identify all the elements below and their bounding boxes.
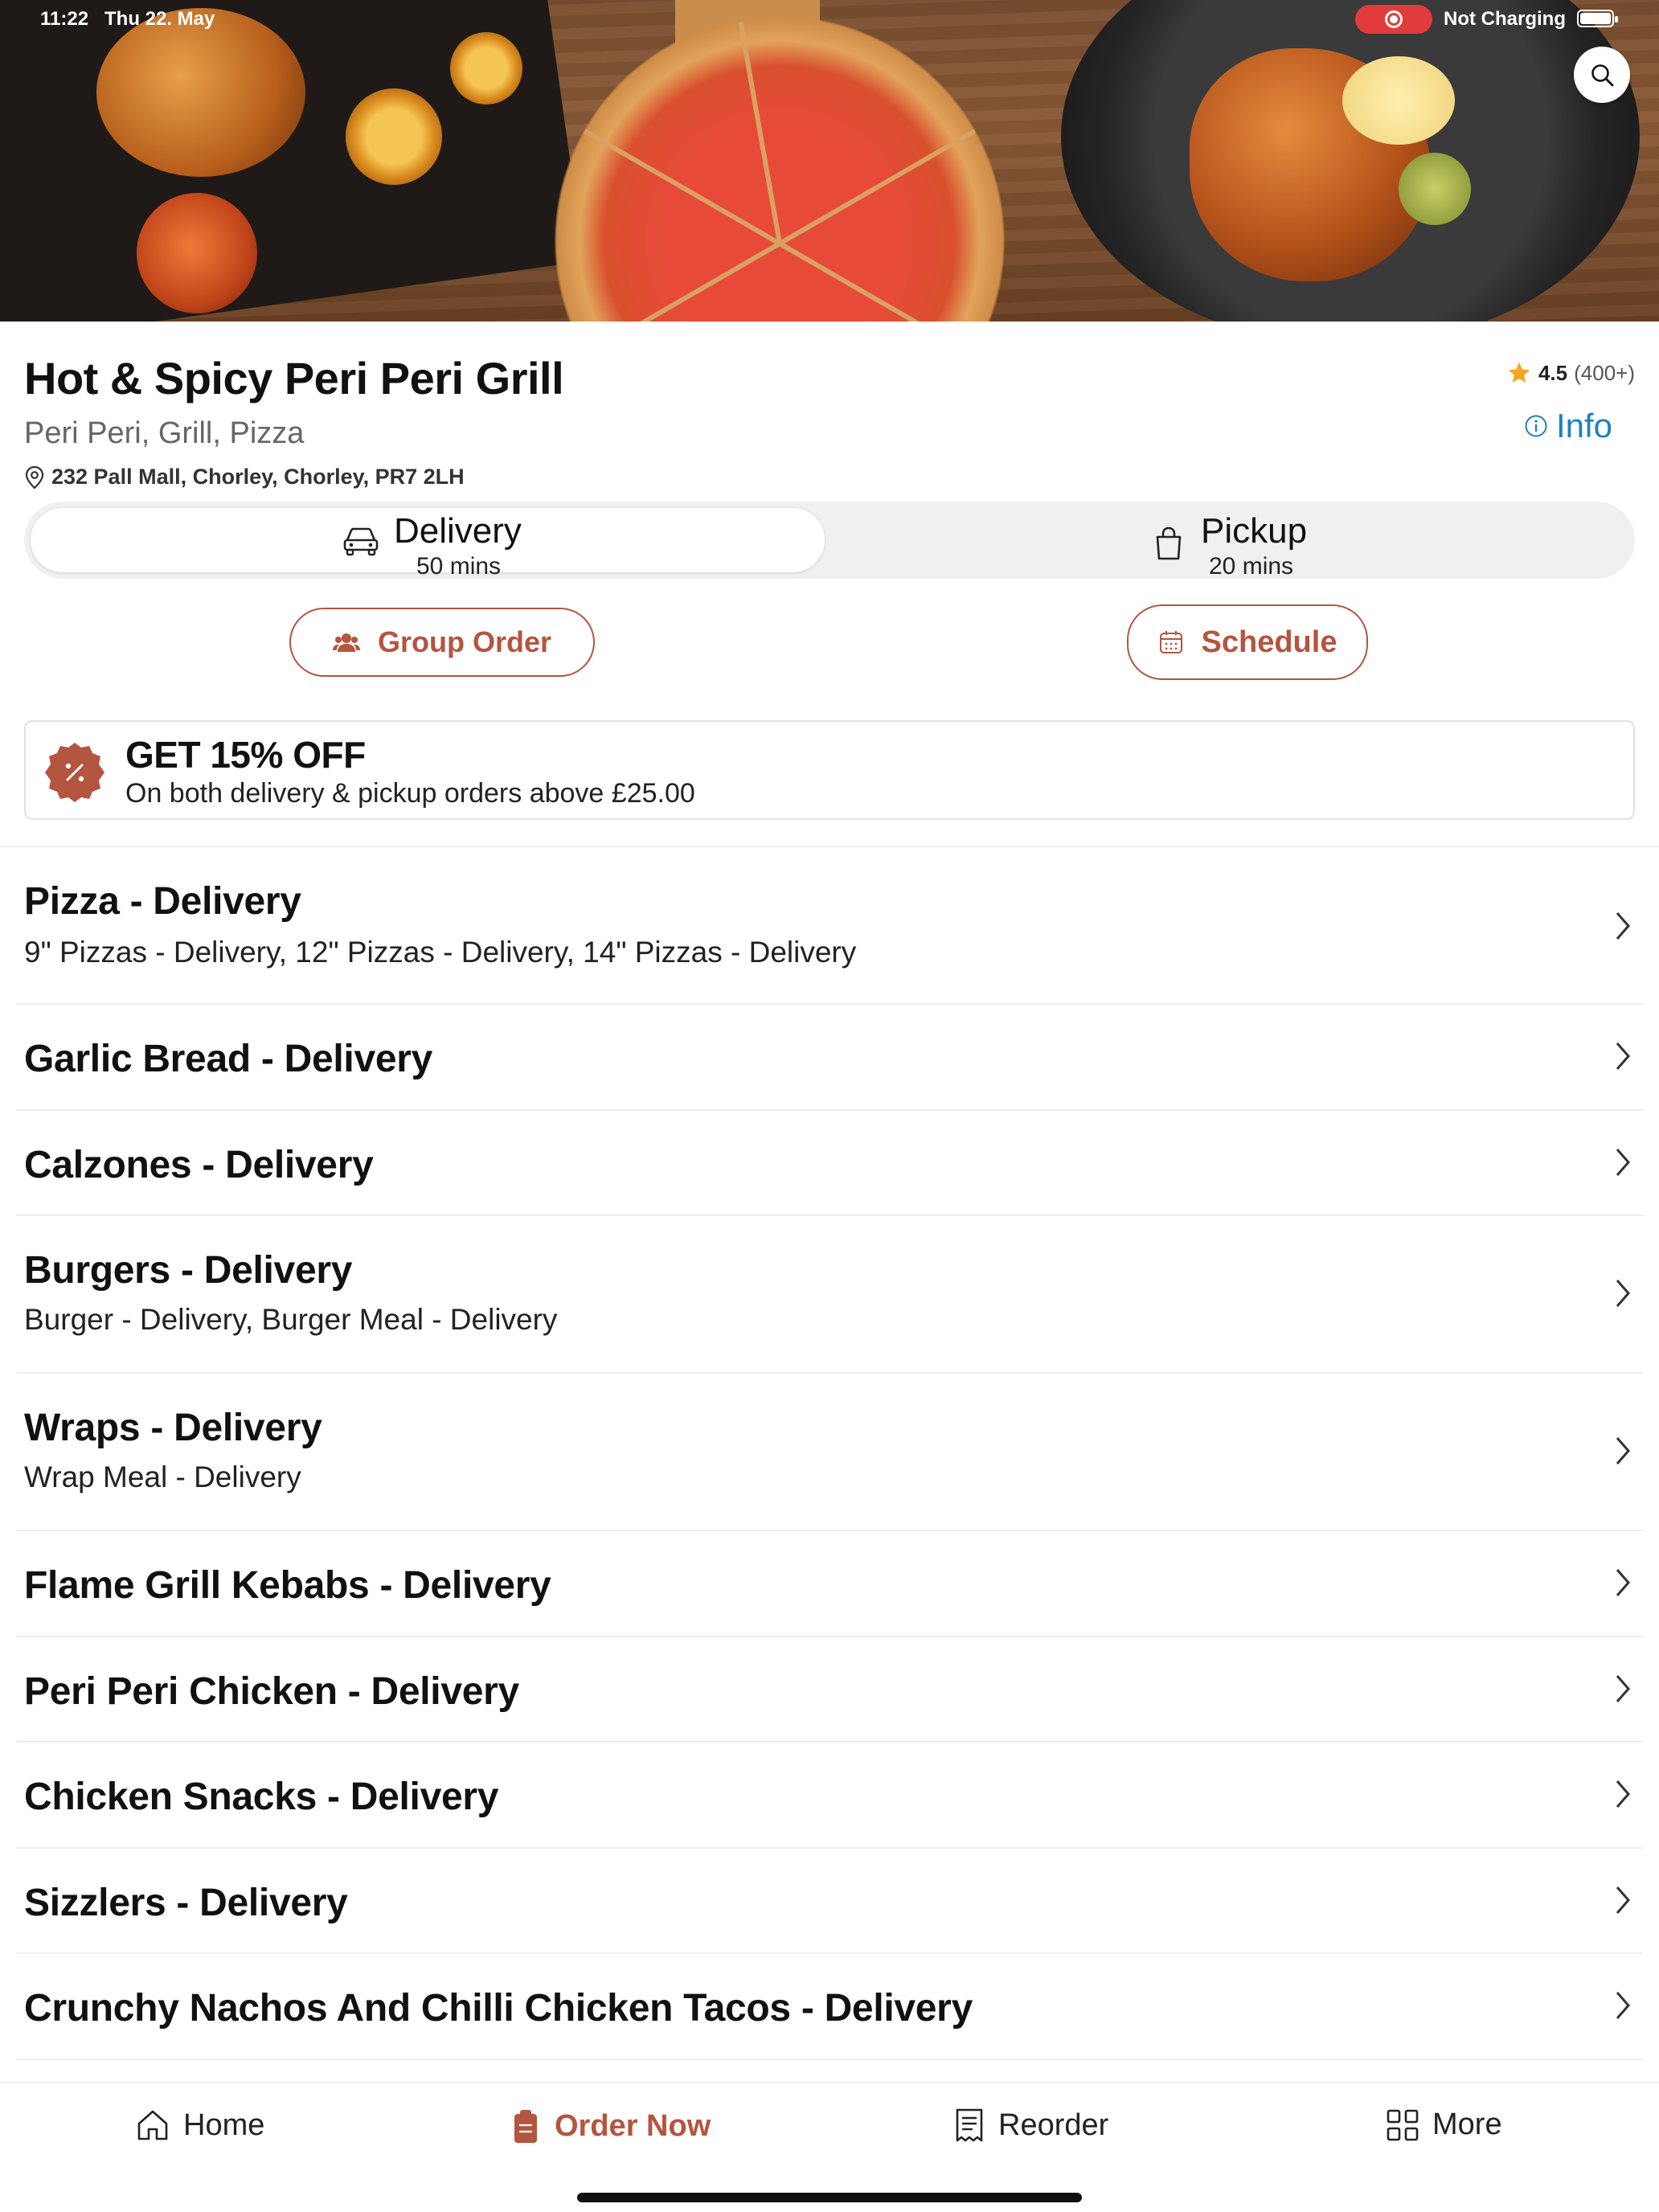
nav-reorder-label: Reorder — [998, 2108, 1109, 2142]
chevron-right-icon — [1616, 1569, 1630, 1596]
chevron-right-icon — [1616, 912, 1630, 940]
category-title: Flame Grill Kebabs - Delivery — [24, 1564, 551, 1607]
category-row[interactable]: Pizza - Delivery 9" Pizzas - Delivery, 1… — [16, 847, 1643, 1005]
group-icon — [332, 633, 360, 652]
promo-banner[interactable]: GET 15% OFF On both delivery & pickup or… — [24, 720, 1635, 820]
delivery-label: Delivery — [394, 511, 522, 551]
status-date: Thu 22. May — [104, 8, 215, 30]
nav-home[interactable]: Home — [135, 2108, 264, 2143]
delivery-option[interactable]: Delivery 50 mins — [31, 508, 825, 580]
category-row[interactable]: Garlic Bread - Delivery — [16, 1005, 1643, 1111]
category-title: Wraps - Delivery — [24, 1407, 322, 1449]
restaurant-cuisine: Peri Peri, Grill, Pizza — [24, 416, 305, 450]
grid-icon — [1387, 2109, 1419, 2140]
category-subtitle: Wrap Meal - Delivery — [24, 1460, 301, 1493]
category-title: Sizzlers - Delivery — [24, 1882, 348, 1924]
hero-banner-image — [0, 0, 1659, 322]
order-bag-icon — [514, 2110, 537, 2143]
category-subtitle: Burger - Delivery, Burger Meal - Deliver… — [24, 1303, 558, 1336]
nav-more-label: More — [1432, 2108, 1502, 2141]
location-pin-icon — [25, 465, 44, 489]
mash-image — [1342, 56, 1455, 145]
chevron-right-icon — [1616, 1992, 1630, 2019]
pickup-option[interactable]: Pickup 20 mins — [828, 508, 1628, 580]
lemon-image — [450, 32, 522, 104]
category-row[interactable]: Wraps - Delivery Wrap Meal - Delivery — [16, 1374, 1643, 1531]
nav-order-now-label: Order Now — [555, 2108, 711, 2143]
chevron-right-icon — [1616, 1437, 1630, 1464]
rating-score: 4.5 — [1538, 360, 1568, 385]
tomato-image — [137, 193, 257, 313]
chevron-right-icon — [1616, 1280, 1630, 1307]
nav-reorder[interactable]: Reorder — [953, 2108, 1108, 2143]
category-row[interactable]: Crunchy Nachos And Chilli Chicken Tacos … — [16, 1954, 1643, 2060]
group-order-button[interactable]: Group Order — [289, 608, 595, 677]
category-row[interactable]: Calzones - Delivery — [16, 1111, 1643, 1216]
rating: 4.5 (400+) — [1506, 360, 1635, 386]
search-button[interactable] — [1574, 47, 1630, 103]
star-icon — [1508, 362, 1530, 383]
order-mode-toggle: Delivery 50 mins Pickup 20 mins — [24, 502, 1635, 580]
status-time: 11:22 — [40, 8, 89, 30]
home-indicator[interactable] — [577, 2193, 1082, 2202]
record-icon — [1385, 10, 1403, 28]
shopping-bag-icon — [1156, 526, 1182, 560]
category-title: Peri Peri Chicken - Delivery — [24, 1670, 519, 1713]
car-icon — [343, 527, 379, 556]
discount-badge-icon — [45, 743, 104, 802]
restaurant-name: Hot & Spicy Peri Peri Grill — [24, 353, 564, 403]
category-row[interactable]: Flame Grill Kebabs - Delivery — [16, 1531, 1643, 1637]
category-row[interactable]: Burgers - Delivery Burger - Delivery, Bu… — [16, 1216, 1643, 1374]
category-title: Calzones - Delivery — [24, 1144, 374, 1186]
calendar-icon — [1159, 631, 1182, 653]
category-row[interactable]: Sizzlers - Delivery — [16, 1849, 1643, 1954]
info-label: Info — [1555, 407, 1612, 444]
nav-order-now[interactable]: Order Now — [510, 2108, 711, 2144]
schedule-button[interactable]: Schedule — [1127, 604, 1368, 680]
status-bar: 11:22 Thu 22. May Not Charging — [0, 0, 1659, 39]
category-title: Garlic Bread - Delivery — [24, 1038, 433, 1080]
rating-count: (400+) — [1574, 360, 1635, 385]
category-subtitle: 9" Pizzas - Delivery, 12" Pizzas - Deliv… — [24, 936, 857, 969]
receipt-icon — [956, 2108, 983, 2142]
address-text: 232 Pall Mall, Chorley, Chorley, PR7 2LH — [51, 465, 465, 489]
restaurant-address: 232 Pall Mall, Chorley, Chorley, PR7 2LH — [24, 465, 465, 490]
promo-subtitle: On both delivery & pickup orders above £… — [125, 778, 695, 809]
lemon-image — [346, 88, 442, 185]
home-icon — [137, 2110, 168, 2140]
menu-category-list: Pizza - Delivery 9" Pizzas - Delivery, 1… — [0, 847, 1659, 2060]
pickup-label: Pickup — [1201, 511, 1308, 551]
category-title: Chicken Snacks - Delivery — [24, 1776, 499, 1818]
chevron-right-icon — [1616, 1043, 1630, 1070]
screen-recording-indicator[interactable] — [1355, 5, 1432, 34]
delivery-time: 50 mins — [416, 553, 502, 580]
chevron-right-icon — [1616, 1886, 1630, 1914]
schedule-label: Schedule — [1201, 625, 1337, 659]
category-title: Burgers - Delivery — [24, 1249, 353, 1292]
chevron-right-icon — [1616, 1149, 1630, 1176]
bottom-navigation: Home Order Now Reorder More — [0, 2082, 1659, 2212]
category-row[interactable]: Chicken Snacks - Delivery — [16, 1743, 1643, 1849]
promo-title: GET 15% OFF — [125, 734, 366, 776]
sprout-image — [1399, 153, 1471, 225]
charging-status: Not Charging — [1444, 8, 1566, 30]
pickup-time: 20 mins — [1209, 553, 1294, 580]
info-link[interactable]: Info — [1524, 407, 1612, 445]
category-title: Pizza - Delivery — [24, 880, 301, 923]
nav-more[interactable]: More — [1386, 2108, 1502, 2142]
nav-home-label: Home — [183, 2108, 265, 2142]
category-row[interactable]: Peri Peri Chicken - Delivery — [16, 1637, 1643, 1743]
category-title: Crunchy Nachos And Chilli Chicken Tacos … — [24, 1987, 973, 2030]
chevron-right-icon — [1616, 1780, 1630, 1808]
battery-icon — [1577, 10, 1618, 27]
info-icon — [1525, 415, 1547, 437]
chevron-right-icon — [1616, 1675, 1630, 1702]
group-order-label: Group Order — [377, 625, 552, 658]
search-icon — [1591, 64, 1614, 87]
